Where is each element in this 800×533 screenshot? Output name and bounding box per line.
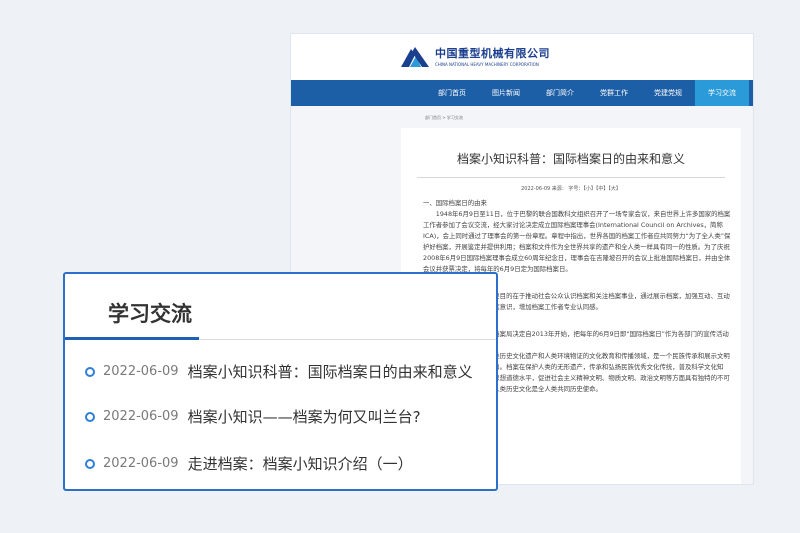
nav-item-home[interactable]: 部门首页 — [425, 80, 479, 106]
item-date: 2022-06-09 — [103, 409, 179, 424]
panel-title-underline — [65, 337, 199, 340]
list-item[interactable]: 2022-06-09 档案小知识——档案为何又叫兰台? — [85, 406, 485, 427]
item-title-link[interactable]: 档案小知识科普：国际档案日的由来和意义 — [188, 361, 473, 382]
logo-text: 中国重型机械有限公司 CHINA NATIONAL HEAVY MACHINER… — [435, 45, 550, 67]
company-logo-icon — [401, 47, 429, 67]
nav-item-photo-news[interactable]: 图片新闻 — [479, 80, 533, 106]
list-item[interactable]: 2022-06-09 档案小知识科普：国际档案日的由来和意义 — [85, 361, 485, 382]
article-paragraph: 一、国际档案日的由来 — [423, 199, 487, 207]
item-title-link[interactable]: 走进档案：档案小知识介绍（一） — [188, 453, 413, 474]
panel-header: 学习交流 — [65, 274, 496, 340]
circle-bullet-icon — [85, 458, 95, 469]
logo-name-cn: 中国重型机械有限公司 — [435, 47, 550, 60]
nav-item-about[interactable]: 部门简介 — [533, 80, 587, 106]
article-paragraph: 1948年6月9日至11日，位于巴黎的联合国教科文组织召开了一场专家会议，来自世… — [423, 210, 731, 273]
item-title-link[interactable]: 档案小知识——档案为何又叫兰台? — [188, 406, 421, 427]
item-date: 2022-06-09 — [103, 456, 179, 471]
article-divider — [417, 177, 725, 178]
study-exchange-panel: 学习交流 2022-06-09 档案小知识科普：国际档案日的由来和意义 2022… — [63, 272, 498, 491]
breadcrumb: 部门首页 > 学习交流 — [425, 115, 463, 120]
circle-bullet-icon — [85, 366, 95, 377]
logo-name-en: CHINA NATIONAL HEAVY MACHINERY CORPORATI… — [435, 62, 539, 67]
nav-item-party-rules[interactable]: 党建党规 — [641, 80, 695, 106]
circle-bullet-icon — [85, 411, 95, 422]
panel-title: 学习交流 — [108, 302, 192, 326]
nav-item-party-work[interactable]: 党群工作 — [587, 80, 641, 106]
list-item[interactable]: 2022-06-09 走进档案：档案小知识介绍（一） — [85, 453, 485, 474]
site-header: 中国重型机械有限公司 CHINA NATIONAL HEAVY MACHINER… — [291, 34, 753, 78]
item-date: 2022-06-09 — [103, 364, 179, 379]
nav-item-study[interactable]: 学习交流 — [695, 80, 749, 106]
article-meta: 2022-06-09 来源： 字号：【小】【中】【大】 — [521, 186, 621, 192]
article-title: 档案小知识科普：国际档案日的由来和意义 — [456, 152, 685, 166]
main-nav: 部门首页 图片新闻 部门简介 党群工作 党建党规 学习交流 — [291, 80, 753, 106]
